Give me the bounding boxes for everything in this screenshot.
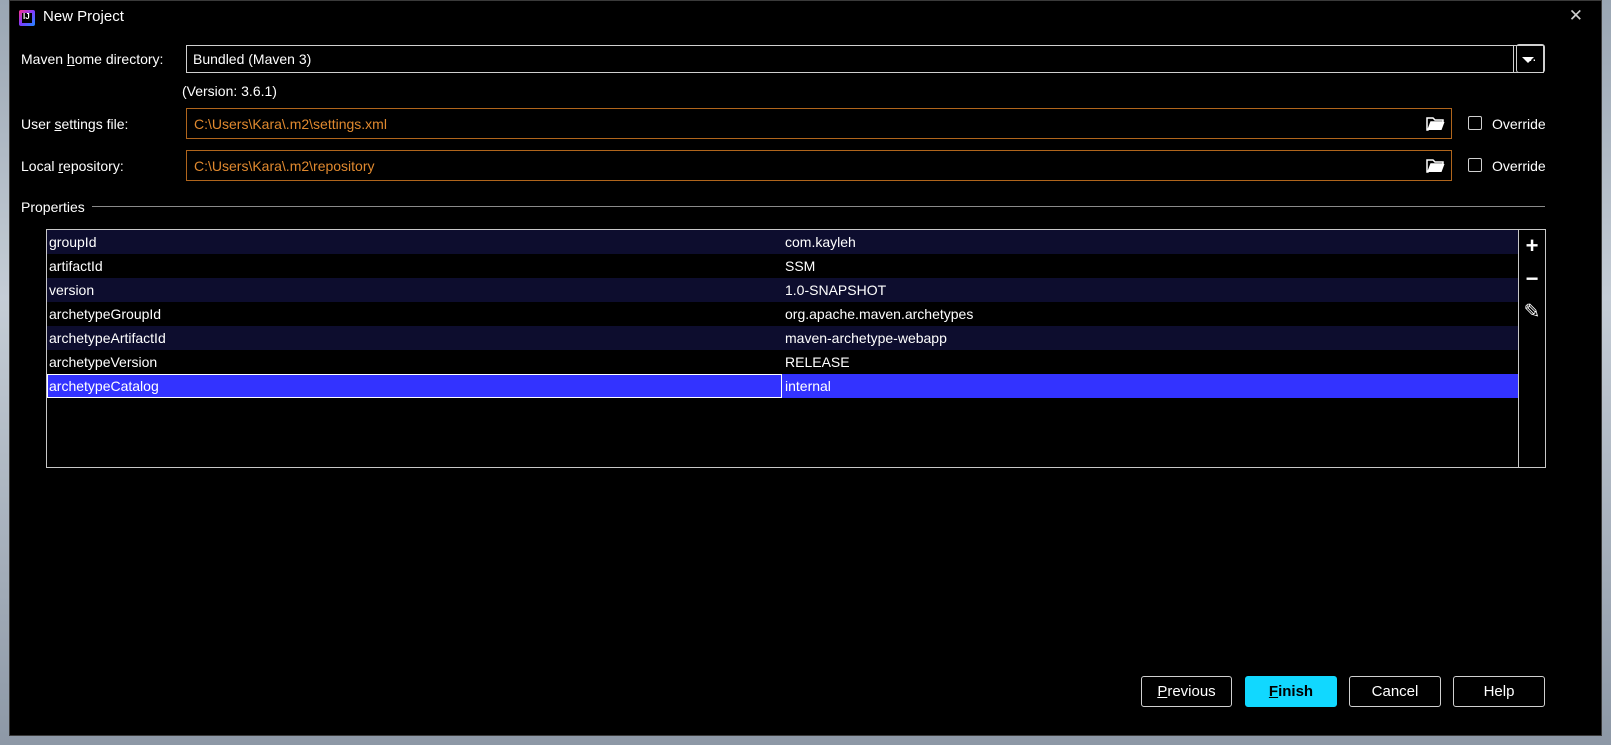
local-repo-label: Local repository: (21, 158, 124, 174)
property-value[interactable]: SSM (785, 258, 815, 274)
new-project-dialog: IJ New Project ✕ Maven home directory: B… (9, 0, 1602, 736)
intellij-app-icon: IJ (19, 10, 35, 26)
maven-home-combobox[interactable]: Bundled (Maven 3) (186, 45, 1544, 73)
table-row[interactable]: groupId com.kayleh (47, 230, 1518, 254)
user-settings-label-pre: User (21, 116, 55, 132)
property-key[interactable]: version (49, 282, 94, 298)
edit-icon[interactable]: ✎ (1518, 298, 1546, 326)
maven-home-label-pre: Maven (21, 51, 67, 67)
table-row-selected[interactable]: archetypeCatalog internal (47, 374, 1518, 398)
cancel-button[interactable]: Cancel (1349, 676, 1441, 707)
finish-button[interactable]: Finish (1245, 676, 1337, 707)
maven-home-label-post: ome directory: (74, 51, 164, 67)
title-bar: IJ New Project ✕ (10, 1, 1601, 33)
user-settings-label: User settings file: (21, 116, 128, 132)
previous-button-mnemonic: P (1157, 683, 1168, 700)
table-row[interactable]: artifactId SSM (47, 254, 1518, 278)
maven-version-text: (Version: 3.6.1) (182, 83, 277, 99)
maven-home-browse-button[interactable]: ... (1516, 44, 1545, 73)
property-value[interactable]: 1.0-SNAPSHOT (785, 282, 886, 298)
properties-toolbar: + − ✎ (1518, 229, 1546, 468)
property-key[interactable]: artifactId (49, 258, 103, 274)
add-icon[interactable]: + (1518, 232, 1546, 260)
maven-home-label-mnemonic: h (66, 51, 75, 67)
local-repo-label-post: epository: (63, 158, 124, 174)
property-key[interactable]: archetypeGroupId (49, 306, 161, 322)
user-settings-override-checkbox[interactable] (1468, 116, 1482, 130)
finish-button-mnemonic: F (1268, 683, 1279, 700)
remove-icon[interactable]: − (1518, 265, 1546, 293)
user-settings-value: C:\Users\Kara\.m2\settings.xml (194, 116, 387, 132)
property-value[interactable]: maven-archetype-webapp (785, 330, 947, 346)
window-title: New Project (43, 8, 124, 25)
close-icon[interactable]: ✕ (1569, 6, 1583, 26)
properties-title: Properties (21, 199, 85, 215)
table-row[interactable]: archetypeArtifactId maven-archetype-weba… (47, 326, 1518, 350)
previous-button-rest: revious (1167, 683, 1216, 700)
local-repo-override-label: Override (1492, 158, 1546, 174)
property-value[interactable]: org.apache.maven.archetypes (785, 306, 973, 322)
help-button[interactable]: Help (1453, 676, 1545, 707)
property-key[interactable]: groupId (49, 234, 96, 250)
property-value[interactable]: internal (785, 378, 831, 394)
local-repo-label-pre: Local (21, 158, 59, 174)
previous-button[interactable]: Previous (1141, 676, 1232, 707)
property-value[interactable]: RELEASE (785, 354, 850, 370)
table-row[interactable]: archetypeVersion RELEASE (47, 350, 1518, 374)
maven-home-value: Bundled (Maven 3) (193, 51, 312, 67)
property-key[interactable]: archetypeCatalog (49, 378, 159, 394)
maven-home-label: Maven home directory: (21, 51, 163, 67)
table-row[interactable]: version 1.0-SNAPSHOT (47, 278, 1518, 302)
table-row[interactable]: archetypeGroupId org.apache.maven.archet… (47, 302, 1518, 326)
user-settings-override-label: Override (1492, 116, 1546, 132)
local-repo-field[interactable]: C:\Users\Kara\.m2\repository (186, 150, 1452, 181)
finish-button-rest: inish (1278, 683, 1314, 700)
properties-separator (92, 206, 1545, 207)
local-repo-override-checkbox[interactable] (1468, 158, 1482, 172)
local-repo-value: C:\Users\Kara\.m2\repository (194, 158, 375, 174)
user-settings-label-post: ettings file: (61, 116, 129, 132)
properties-table[interactable]: groupId com.kayleh artifactId SSM versio… (46, 229, 1519, 468)
folder-open-icon[interactable] (1426, 116, 1445, 131)
property-key[interactable]: archetypeArtifactId (49, 330, 166, 346)
property-key[interactable]: archetypeVersion (49, 354, 157, 370)
user-settings-field[interactable]: C:\Users\Kara\.m2\settings.xml (186, 108, 1452, 139)
property-value[interactable]: com.kayleh (785, 234, 856, 250)
folder-open-icon[interactable] (1426, 158, 1445, 173)
